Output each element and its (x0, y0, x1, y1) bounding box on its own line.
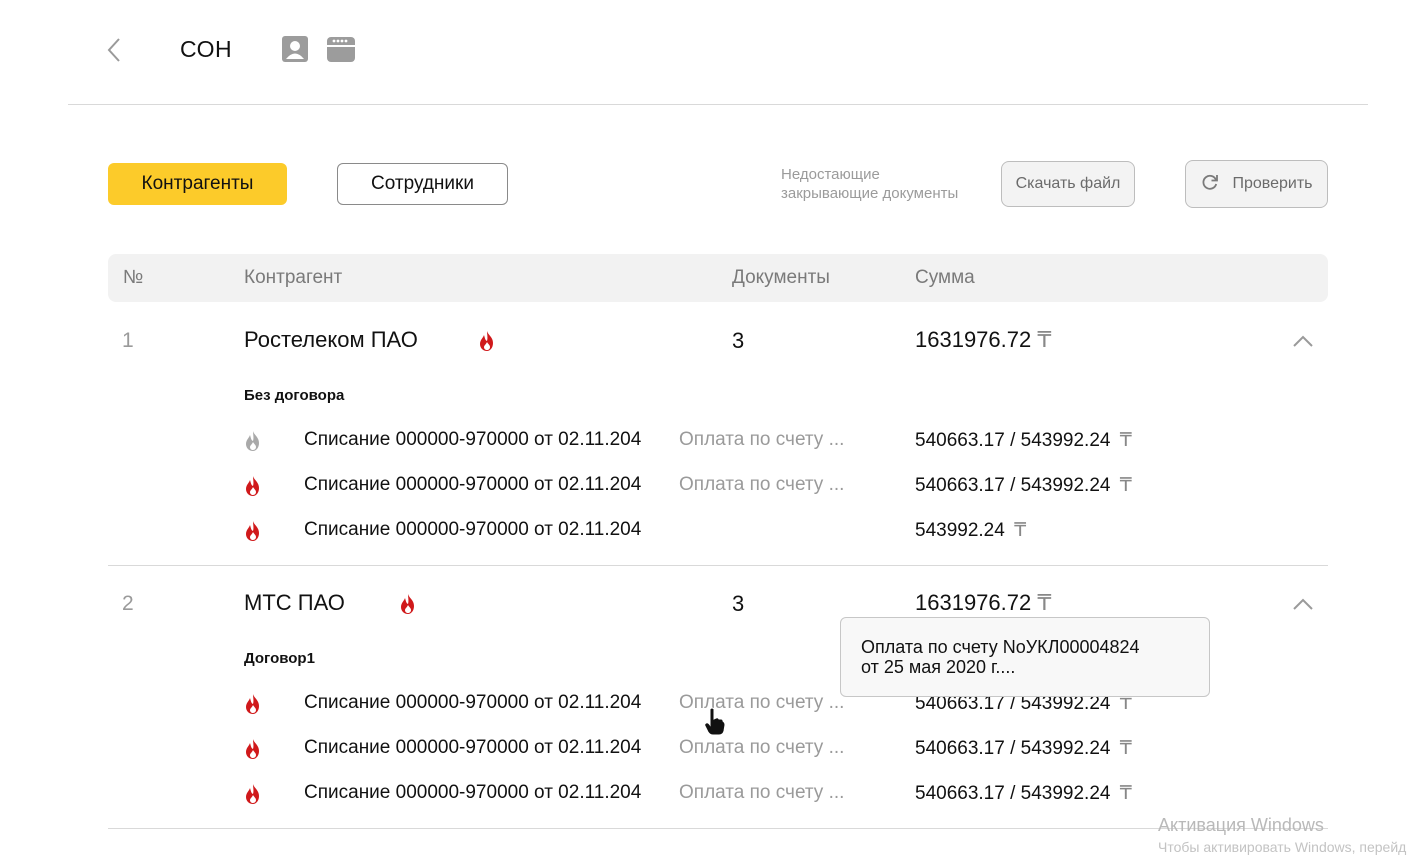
flame-icon (243, 693, 263, 720)
column-header-sum: Сумма (915, 267, 975, 288)
column-header-counterparty: Контрагент (244, 267, 343, 288)
document-title: Списание 000000-970000 от 02.11.204 (304, 519, 642, 540)
flame-icon (243, 430, 263, 457)
document-amount-value: 540663.17 / 543992.24 (915, 783, 1111, 804)
document-description[interactable]: Оплата по счету ... (679, 737, 844, 759)
documents-count: 3 (732, 328, 745, 353)
document-amount: 543992.24 ₸ (915, 519, 1026, 542)
document-title: Списание 000000-970000 от 02.11.204 (304, 429, 642, 450)
check-button[interactable]: Проверить (1185, 160, 1328, 208)
column-header-number: № (123, 267, 144, 288)
refresh-icon (1200, 172, 1220, 197)
flame-icon (243, 783, 263, 810)
missing-docs-label: Недостающие закрывающие документы (781, 165, 958, 203)
document-title: Списание 000000-970000 от 02.11.204 (304, 737, 642, 758)
row-sum-value: 1631976.72 (915, 327, 1032, 352)
tooltip-line1: Оплата по счету NoУКЛ00004824 (861, 637, 1140, 657)
row-number: 1 (122, 329, 134, 352)
document-amount-value: 540663.17 / 543992.24 (915, 738, 1111, 759)
check-button-label: Проверить (1232, 175, 1313, 192)
tenge-icon: ₸ (1119, 430, 1132, 451)
tenge-icon: ₸ (1119, 738, 1132, 759)
document-amount: 540663.17 / 543992.24 ₸ (915, 474, 1132, 497)
hand-cursor-icon (704, 707, 726, 737)
contract-label: Без договора (244, 387, 345, 404)
counterparty-name: Ростелеком ПАО (244, 327, 418, 352)
download-file-button[interactable]: Скачать файл (1001, 161, 1135, 207)
documents-count: 3 (732, 591, 745, 616)
document-description[interactable]: Оплата по счету ... (679, 429, 844, 451)
document-amount-value: 540663.17 / 543992.24 (915, 430, 1111, 451)
windows-activation-title: Активация Windows (1158, 815, 1324, 835)
row-sum: 1631976.72 ₸ (915, 327, 1051, 353)
row-sum: 1631976.72 ₸ (915, 590, 1051, 616)
document-amount-value: 540663.17 / 543992.24 (915, 475, 1111, 496)
tenge-icon: ₸ (1037, 590, 1052, 615)
tenge-icon: ₸ (1119, 475, 1132, 496)
document-amount: 540663.17 / 543992.24 ₸ (915, 429, 1132, 452)
document-amount: 540663.17 / 543992.24 ₸ (915, 737, 1132, 760)
description-tooltip: Оплата по счету NoУКЛ00004824 от 25 мая … (840, 617, 1210, 697)
row-number: 2 (122, 592, 134, 615)
chevron-up-icon[interactable] (1292, 597, 1314, 611)
row-divider (108, 828, 1328, 829)
tenge-icon: ₸ (1014, 520, 1027, 541)
user-icon[interactable] (282, 36, 310, 62)
calendar-icon[interactable] (327, 36, 355, 62)
flame-icon (243, 520, 263, 547)
document-amount-value: 543992.24 (915, 520, 1005, 541)
page-title: СОН (180, 36, 233, 62)
document-title: Списание 000000-970000 от 02.11.204 (304, 474, 642, 495)
row-divider (108, 565, 1328, 566)
document-description[interactable]: Оплата по счету ... (679, 474, 844, 496)
missing-docs-label-line1: Недостающие (781, 166, 880, 183)
tab-counterparties[interactable]: Контрагенты (108, 163, 287, 205)
document-title: Списание 000000-970000 от 02.11.204 (304, 782, 642, 803)
tab-employees[interactable]: Сотрудники (337, 163, 508, 205)
flame-icon (243, 738, 263, 765)
flame-icon (398, 593, 418, 620)
document-title: Списание 000000-970000 от 02.11.204 (304, 692, 642, 713)
back-icon[interactable] (104, 36, 126, 66)
tooltip-line2: от 25 мая 2020 г.... (861, 657, 1016, 677)
column-header-documents: Документы (732, 267, 830, 288)
flame-icon (477, 330, 497, 357)
document-amount: 540663.17 / 543992.24 ₸ (915, 782, 1132, 805)
contract-label: Договор1 (244, 650, 315, 667)
counterparty-name: МТС ПАО (244, 590, 345, 615)
document-description[interactable]: Оплата по счету ... (679, 782, 844, 804)
tenge-icon: ₸ (1119, 783, 1132, 804)
missing-docs-label-line2: закрывающие документы (781, 185, 959, 202)
chevron-up-icon[interactable] (1292, 334, 1314, 348)
flame-icon (243, 475, 263, 502)
windows-activation-subtitle: Чтобы активировать Windows, перейд (1158, 839, 1407, 855)
tenge-icon: ₸ (1037, 327, 1052, 352)
row-sum-value: 1631976.72 (915, 590, 1032, 615)
header-divider (68, 104, 1368, 105)
